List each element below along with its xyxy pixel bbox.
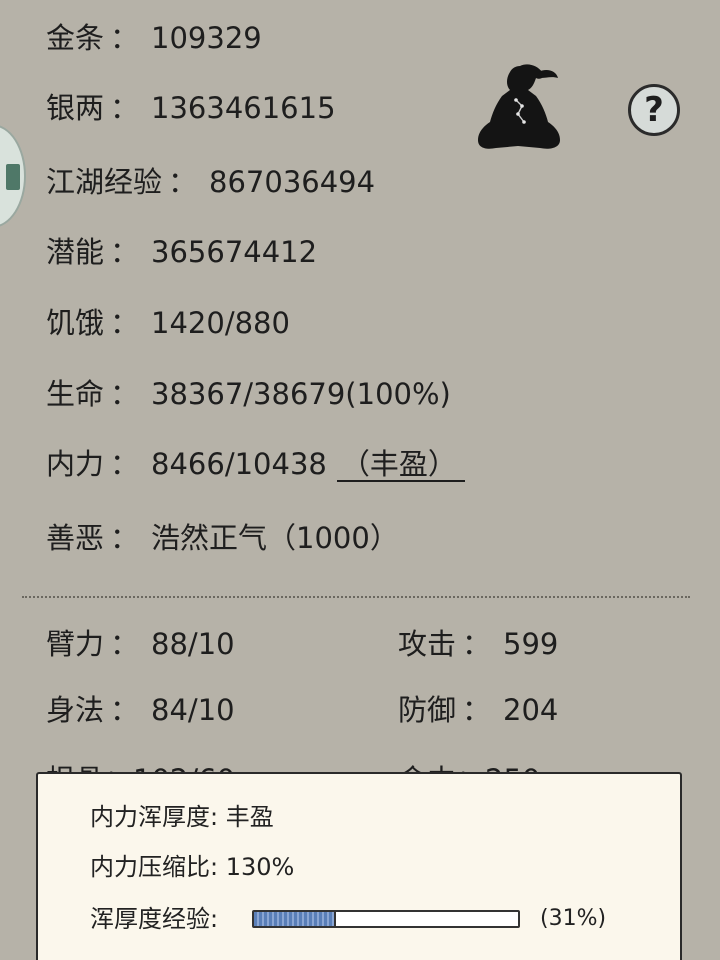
stat-value: 浩然正气（1000） xyxy=(151,521,399,555)
popup-ratio-row: 内力压缩比: 130% xyxy=(90,852,294,882)
attr-value: 84/10 xyxy=(151,693,235,727)
help-button[interactable]: ? xyxy=(628,84,680,136)
popup-depth-row: 内力浑厚度: 丰盈 xyxy=(90,802,274,832)
depth-exp-progress-bar xyxy=(252,910,520,928)
stat-label: 银两 xyxy=(46,91,105,125)
side-tab-icon[interactable] xyxy=(0,124,26,228)
stat-label: 潜能 xyxy=(46,235,105,269)
attr-row-defense: 防御： 204 xyxy=(398,692,558,728)
attr-value: 599 xyxy=(503,627,559,661)
stat-value: 365674412 xyxy=(151,235,318,269)
stat-separator: ： xyxy=(110,521,140,555)
attr-label: 防御 xyxy=(398,693,457,727)
stat-row-hunger: 饥饿： 1420/880 xyxy=(46,305,290,341)
depth-exp-percent: (31%) xyxy=(540,906,607,931)
question-mark-icon: ? xyxy=(644,90,664,130)
side-tab-mark xyxy=(6,164,20,190)
stat-separator: ： xyxy=(110,447,140,481)
attr-separator: ： xyxy=(462,693,492,727)
stat-value: 1363461615 xyxy=(151,91,336,125)
attr-row-attack: 攻击： 599 xyxy=(398,626,558,662)
character-status-screen: 金条： 109329 银两： 1363461615 江湖经验： 867036494 潜… xyxy=(0,0,720,960)
attr-row-agility: 身法： 84/10 xyxy=(46,692,235,728)
stat-value: 867036494 xyxy=(209,165,376,199)
internal-force-popup: 内力浑厚度: 丰盈 内力压缩比: 130% 浑厚度经验: (31%) xyxy=(36,772,682,960)
attr-label: 臂力 xyxy=(46,627,105,661)
stat-row-gold: 金条： 109329 xyxy=(46,20,262,56)
popup-depth-label: 内力浑厚度: xyxy=(90,803,219,831)
depth-exp-progress-fill xyxy=(254,912,336,926)
stat-label: 饥饿 xyxy=(46,306,105,340)
stat-separator: ： xyxy=(110,21,140,55)
stat-separator: ： xyxy=(110,91,140,125)
stat-label: 生命 xyxy=(46,377,105,411)
stat-label: 金条 xyxy=(46,21,105,55)
popup-exp-row: 浑厚度经验: xyxy=(90,904,218,934)
attr-separator: ： xyxy=(110,627,140,661)
popup-ratio-label: 内力压缩比: xyxy=(90,853,219,881)
stat-separator: ： xyxy=(168,165,198,199)
meditating-figure-icon[interactable] xyxy=(476,60,562,154)
stat-row-silver: 银两： 1363461615 xyxy=(46,90,336,126)
section-divider xyxy=(22,596,690,598)
attr-separator: ： xyxy=(462,627,492,661)
stat-label: 内力 xyxy=(46,447,105,481)
attr-label: 攻击 xyxy=(398,627,457,661)
stat-row-internal-force: 内力： 8466/10438 （丰盈） xyxy=(46,446,465,482)
attr-label: 身法 xyxy=(46,693,105,727)
popup-exp-label: 浑厚度经验: xyxy=(90,905,219,933)
attr-value: 88/10 xyxy=(151,627,235,661)
internal-force-detail-link[interactable]: （丰盈） xyxy=(336,448,465,482)
stat-label: 善恶 xyxy=(46,521,105,555)
stat-row-morality: 善恶： 浩然正气（1000） xyxy=(46,520,399,556)
stat-value: 1420/880 xyxy=(151,306,290,340)
stat-row-potential: 潜能： 365674412 xyxy=(46,234,317,270)
stat-separator: ： xyxy=(110,235,140,269)
attr-row-strength: 臂力： 88/10 xyxy=(46,626,235,662)
stat-value: 38367/38679(100%) xyxy=(151,377,451,411)
popup-ratio-value: 130% xyxy=(225,853,295,881)
stat-row-experience: 江湖经验： 867036494 xyxy=(46,164,375,200)
stat-separator: ： xyxy=(110,377,140,411)
stat-row-health: 生命： 38367/38679(100%) xyxy=(46,376,451,412)
stat-label: 江湖经验 xyxy=(46,165,163,199)
stat-value: 8466/10438 xyxy=(151,447,327,481)
attr-separator: ： xyxy=(110,693,140,727)
stat-separator: ： xyxy=(110,306,140,340)
attr-value: 204 xyxy=(503,693,559,727)
stat-value: 109329 xyxy=(151,21,262,55)
popup-depth-value: 丰盈 xyxy=(225,803,274,831)
